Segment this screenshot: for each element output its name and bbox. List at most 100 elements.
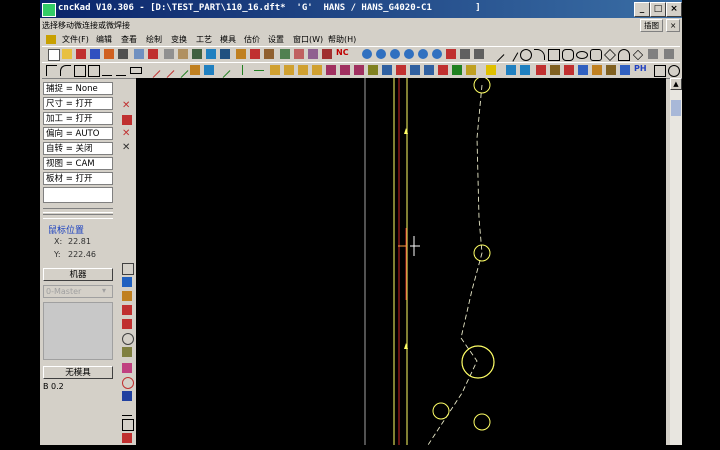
rotation-setting[interactable]: 自转 = 关闭 — [43, 142, 113, 155]
folder-icon[interactable] — [486, 65, 496, 75]
circle-icon[interactable] — [520, 49, 532, 61]
horizontal-icon[interactable] — [254, 65, 264, 71]
text-icon[interactable] — [648, 49, 658, 59]
menu-view[interactable]: 查看 — [121, 34, 137, 45]
copy-icon[interactable] — [178, 49, 188, 59]
minimize-button[interactable]: _ — [634, 2, 650, 17]
cross-icon[interactable]: ✕ — [122, 101, 132, 111]
dimension-icon[interactable] — [664, 49, 674, 59]
zoom-prev-icon[interactable] — [418, 49, 428, 59]
zoom-window-icon[interactable] — [390, 49, 400, 59]
part-icon[interactable] — [506, 65, 516, 75]
sequence-icon[interactable] — [410, 65, 420, 75]
tool-circle-icon[interactable] — [122, 377, 134, 389]
mark-icon[interactable] — [250, 49, 260, 59]
polygon-icon[interactable] — [604, 49, 616, 61]
contour-icon[interactable] — [270, 65, 280, 75]
extend-icon[interactable] — [116, 65, 126, 76]
reposition-icon[interactable] — [564, 65, 574, 75]
undo-icon[interactable] — [206, 49, 216, 59]
turret-dropdown[interactable]: 0-Master ▾ — [43, 285, 113, 298]
sheet-setting[interactable]: 板材 = 打开 — [43, 172, 113, 185]
ph-button[interactable]: PH — [634, 64, 647, 73]
tool-alt-icon[interactable] — [122, 305, 132, 315]
view-setting[interactable]: 视图 = CAM — [43, 157, 113, 170]
box-icon[interactable] — [88, 65, 100, 77]
menu-settings[interactable]: 设置 — [268, 34, 284, 45]
cut-icon[interactable] — [164, 49, 174, 59]
zoom-icon[interactable] — [122, 263, 134, 275]
machining-setting[interactable]: 加工 = 打开 — [43, 112, 113, 125]
menu-edit[interactable]: 编辑 — [96, 34, 112, 45]
menu-file[interactable]: 文件(F) — [62, 34, 89, 45]
save-icon[interactable] — [134, 49, 144, 59]
cross-alt-icon[interactable]: ✕ — [122, 129, 132, 139]
menu-estimate[interactable]: 估价 — [244, 34, 260, 45]
sheet-setup-icon[interactable] — [578, 65, 588, 75]
scroll-thumb[interactable] — [671, 100, 681, 116]
scroll-up-icon[interactable]: ▲ — [670, 78, 682, 90]
zoom-out-icon[interactable] — [376, 49, 386, 59]
laser-pierce-icon[interactable] — [340, 65, 350, 75]
open-folder-icon[interactable] — [62, 49, 72, 59]
machine-button[interactable]: 机器 — [43, 268, 113, 281]
maximize-button[interactable]: □ — [650, 2, 666, 17]
sheet-icon[interactable] — [264, 49, 274, 59]
nest-icon[interactable] — [280, 49, 290, 59]
export-icon[interactable] — [90, 49, 100, 59]
menu-process[interactable]: 工艺 — [196, 34, 212, 45]
ellipse-icon[interactable] — [576, 51, 588, 59]
tool-end-icon[interactable] — [122, 433, 132, 443]
break-icon[interactable] — [159, 63, 175, 78]
zoom-in-icon[interactable] — [362, 49, 372, 59]
redo-icon[interactable] — [220, 49, 230, 59]
vertical-scrollbar[interactable]: ▲ — [670, 78, 682, 445]
fillet-icon[interactable] — [60, 65, 71, 76]
move-icon[interactable] — [654, 65, 666, 77]
dimension-setting[interactable]: 尺寸 = 打开 — [43, 97, 113, 110]
line-icon[interactable] — [489, 47, 505, 62]
tool-round-icon[interactable] — [122, 333, 134, 345]
menu-transform[interactable]: 变换 — [171, 34, 187, 45]
tab-icon[interactable] — [396, 65, 406, 75]
delete-icon[interactable] — [148, 49, 158, 59]
slot-icon[interactable] — [590, 49, 602, 61]
tool-rotate-icon[interactable] — [122, 391, 132, 401]
snap-setting[interactable]: 捕捉 = None — [43, 82, 113, 95]
machine-icon[interactable] — [536, 65, 546, 75]
common-cut-icon[interactable] — [368, 65, 378, 75]
split-icon[interactable] — [145, 63, 161, 78]
bridge-icon[interactable] — [382, 65, 392, 75]
tool-special-icon[interactable] — [122, 363, 132, 373]
rounded-rect-icon[interactable] — [562, 49, 574, 61]
menu-window[interactable]: 窗口(W) — [293, 34, 323, 45]
tool-square-icon[interactable] — [122, 419, 134, 431]
redraw-icon[interactable] — [446, 49, 456, 59]
offset-icon[interactable] — [130, 67, 142, 74]
select-icon[interactable] — [122, 115, 132, 125]
nc-button[interactable]: NC — [336, 48, 349, 57]
grid-icon[interactable] — [474, 49, 484, 59]
print-icon[interactable] — [118, 49, 128, 59]
measure-icon[interactable] — [236, 49, 246, 59]
contour-out-icon[interactable] — [298, 65, 308, 75]
chart-icon[interactable] — [620, 65, 630, 75]
menu-help[interactable]: 帮助(H) — [328, 34, 356, 45]
close-button[interactable]: × — [666, 2, 682, 17]
tool-icon[interactable] — [104, 49, 114, 59]
stack-icon[interactable] — [592, 65, 602, 75]
parallel-line-icon[interactable] — [503, 47, 519, 62]
trim-icon[interactable] — [102, 65, 112, 76]
lead-icon[interactable] — [308, 49, 318, 59]
tool-lib-icon[interactable] — [122, 291, 132, 301]
corner-icon[interactable] — [46, 65, 57, 76]
tool-remove-icon[interactable] — [122, 319, 132, 329]
no-tool-button[interactable]: 无模具 — [43, 366, 113, 379]
rectangle-icon[interactable] — [548, 49, 560, 61]
info-icon[interactable] — [122, 277, 132, 287]
arc-icon[interactable] — [534, 49, 545, 60]
menu-draw[interactable]: 绘制 — [146, 34, 162, 45]
zoom-all-icon[interactable] — [404, 49, 414, 59]
vertical-icon[interactable] — [242, 65, 244, 75]
laser-lead-icon[interactable] — [354, 65, 364, 75]
